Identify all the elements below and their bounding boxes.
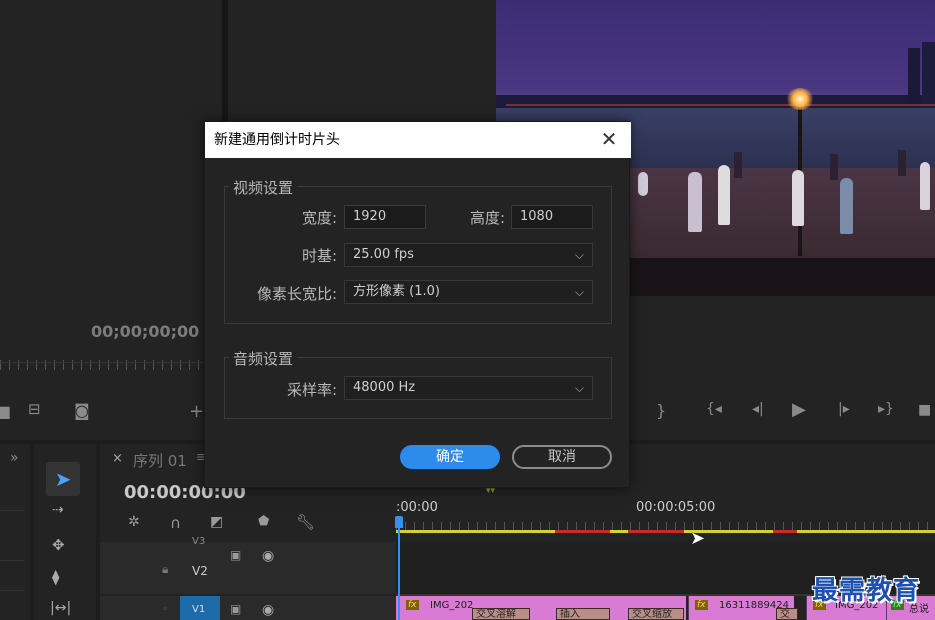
tab-close-icon[interactable]: × [112, 451, 123, 466]
step-forward-icon[interactable]: |▸ [838, 401, 850, 417]
render-bar-red [555, 530, 610, 533]
camera-icon[interactable]: ◙ [74, 401, 90, 420]
chevron-down-icon: ⌵ [574, 285, 584, 299]
fx-badge: fx [695, 600, 708, 610]
add-button-icon[interactable]: + [189, 401, 204, 422]
mark-out-icon[interactable]: } [656, 401, 666, 420]
person [920, 162, 930, 210]
tower [922, 42, 935, 108]
person [718, 165, 730, 225]
lock-icon[interactable]: 🔒︎ [162, 562, 168, 577]
transition[interactable]: 插入 [556, 608, 610, 620]
tools-panel: ➤ ⇢ ✥ ⧫ |↔| [34, 444, 96, 620]
expand-panels-icon[interactable]: » [10, 450, 19, 466]
video-settings-title: 视频设置 [229, 177, 298, 198]
tab-sequence[interactable]: 序列 01 [133, 450, 187, 471]
track-label-v1: V1 [192, 604, 206, 615]
add-marker-icon[interactable]: ⬟ [258, 514, 269, 529]
track-label-v2: V2 [192, 564, 208, 578]
ruler-start-label: :00:00 [396, 500, 438, 515]
ruler-mid-label: 00:00:05:00 [636, 500, 716, 515]
lamp-light [786, 88, 814, 110]
render-bar-red [628, 530, 684, 533]
cancel-button[interactable]: 取消 [512, 445, 612, 469]
track-header-v2[interactable] [100, 542, 396, 594]
fx-badge: fx [406, 600, 419, 610]
clip-label: IMG_202 [430, 600, 474, 611]
insert-icon[interactable]: ■ [0, 402, 11, 421]
pixel-aspect-select[interactable]: 方形像素 (1.0) ⌵ [344, 280, 593, 304]
dialog-title: 新建通用倒计时片头 [205, 122, 631, 158]
transition[interactable]: 交 [776, 608, 798, 620]
project-panel: » [0, 444, 30, 620]
row-divider [0, 590, 24, 591]
play-icon[interactable]: ▶ [792, 399, 806, 420]
pixel-aspect-label: 像素长宽比: [256, 285, 337, 303]
height-field[interactable]: 1080 [511, 205, 593, 229]
export-frame-icon[interactable]: ⊟ [28, 400, 41, 418]
sample-rate-label: 采样率: [286, 381, 337, 399]
source-monitor-panel [0, 0, 222, 440]
nest-icon[interactable]: ✲ [128, 514, 140, 530]
tower [908, 48, 920, 108]
eye-icon[interactable]: ◉ [262, 548, 274, 564]
razor-tool-icon[interactable]: ⧫ [52, 568, 59, 586]
sync-lock-icon[interactable]: ▣ [230, 548, 241, 562]
audio-settings-title: 音频设置 [229, 348, 298, 369]
eye-icon[interactable]: ◉ [262, 602, 274, 618]
go-to-in-icon[interactable]: {◂ [706, 401, 722, 417]
horizon-lights [506, 104, 935, 106]
track-label-v3: V3 [192, 536, 206, 547]
pixel-aspect-value: 方形像素 (1.0) [353, 284, 440, 299]
width-field[interactable]: 1920 [344, 205, 426, 229]
step-back-icon[interactable]: ◂| [752, 401, 764, 417]
height-label: 高度: [469, 209, 505, 227]
track-header-v1[interactable] [100, 596, 396, 620]
timebase-label: 时基: [301, 247, 337, 265]
selection-tool-icon[interactable]: ➤ [46, 462, 80, 496]
render-bar-red [773, 530, 797, 533]
person [840, 178, 853, 234]
sample-rate-value: 48000 Hz [353, 380, 416, 395]
ok-button[interactable]: 确定 [400, 445, 500, 469]
mouse-cursor-icon: ➤ [690, 528, 706, 549]
slip-tool-icon[interactable]: |↔| [50, 600, 71, 616]
sample-rate-select[interactable]: 48000 Hz ⌵ [344, 376, 593, 400]
ripple-edit-tool-icon[interactable]: ✥ [52, 536, 65, 554]
timebase-value: 25.00 fps [353, 247, 414, 262]
snap-magnet-icon[interactable]: ∩ [170, 514, 181, 532]
watermark-logo: 最需教育 [812, 576, 921, 606]
playhead-line[interactable] [398, 526, 400, 620]
sync-lock-icon[interactable]: ▣ [230, 602, 241, 616]
source-timecode[interactable]: 00;00;00;00 [91, 322, 199, 341]
new-countdown-dialog: 新建通用倒计时片头 ✕ 视频设置 宽度: 1920 高度: 1080 时基: 2… [204, 121, 631, 488]
wrench-icon[interactable]: 🔧︎ [296, 513, 315, 531]
width-label: 宽度: [301, 209, 337, 227]
track-select-tool-icon[interactable]: ⇢ [52, 502, 64, 518]
chevron-down-icon: ⌵ [574, 381, 584, 395]
go-to-out-icon[interactable]: ▸} [878, 401, 894, 417]
person [688, 172, 702, 232]
person [898, 150, 906, 176]
person [830, 154, 838, 180]
chevron-down-icon: ⌵ [574, 248, 584, 262]
person [792, 170, 804, 226]
timebase-select[interactable]: 25.00 fps ⌵ [344, 243, 593, 267]
transition[interactable]: 交叉溶解 [472, 608, 530, 620]
lift-icon[interactable]: ■ [918, 402, 931, 418]
linked-selection-icon[interactable]: ◩ [210, 514, 223, 530]
person [638, 172, 648, 196]
row-divider [0, 560, 24, 561]
person [734, 152, 742, 178]
transition[interactable]: 交叉缩放 [628, 608, 684, 620]
row-divider [0, 510, 24, 511]
target-icon[interactable]: ◦ [162, 604, 168, 615]
close-icon[interactable]: ✕ [599, 129, 619, 150]
